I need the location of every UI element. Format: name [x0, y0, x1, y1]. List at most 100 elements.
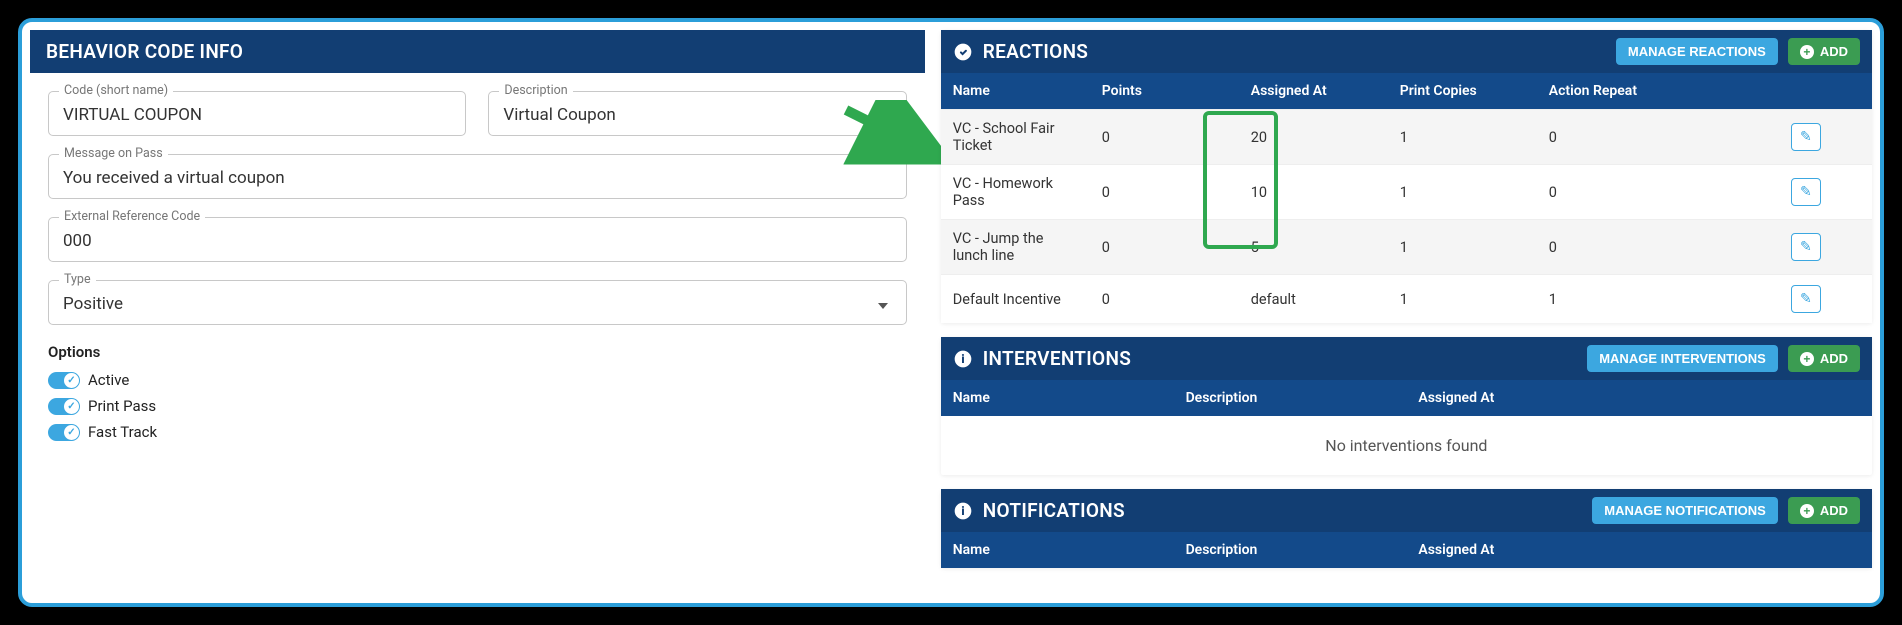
col-repeat: Action Repeat: [1537, 73, 1779, 110]
notifications-title: NOTIFICATIONS: [983, 499, 1583, 522]
notifications-header: i NOTIFICATIONS MANAGE NOTIFICATIONS + A…: [941, 489, 1872, 532]
cell-assigned: default: [1239, 275, 1388, 324]
code-label: Code (short name): [59, 83, 173, 98]
reactions-tbody: VC - School Fair Ticket 0 20 1 0 ✎ VC - …: [941, 110, 1872, 324]
edit-button[interactable]: ✎: [1791, 178, 1821, 206]
cell-repeat: 0: [1537, 165, 1779, 220]
manage-notifications-label: MANAGE NOTIFICATIONS: [1604, 503, 1766, 518]
option-fast-row: Fast Track: [48, 423, 907, 441]
behavior-panel-header: BEHAVIOR CODE INFO: [30, 30, 925, 73]
add-notification-label: ADD: [1820, 503, 1848, 518]
message-value: You received a virtual coupon: [63, 168, 892, 188]
pencil-icon: ✎: [1800, 291, 1812, 307]
interventions-title: INTERVENTIONS: [983, 347, 1577, 370]
type-select[interactable]: Type Positive: [48, 280, 907, 325]
options-heading: Options: [48, 343, 907, 361]
right-column: REACTIONS MANAGE REACTIONS + ADD Name Po…: [941, 30, 1872, 595]
code-value: VIRTUAL COUPON: [63, 105, 451, 125]
option-print-label: Print Pass: [88, 397, 156, 415]
svg-text:i: i: [961, 352, 964, 366]
cell-name: VC - Homework Pass: [941, 165, 1090, 220]
manage-reactions-button[interactable]: MANAGE REACTIONS: [1616, 38, 1778, 65]
edit-button[interactable]: ✎: [1791, 123, 1821, 151]
edit-button[interactable]: ✎: [1791, 285, 1821, 313]
behavior-panel: BEHAVIOR CODE INFO Code (short name) VIR…: [30, 30, 925, 595]
external-ref-label: External Reference Code: [59, 209, 205, 224]
option-active-row: Active: [48, 371, 907, 389]
col-desc: Description: [1174, 380, 1407, 416]
app-frame: BEHAVIOR CODE INFO Code (short name) VIR…: [18, 18, 1884, 607]
pencil-icon: ✎: [1800, 184, 1812, 200]
pencil-icon: ✎: [1800, 239, 1812, 255]
toggle-active[interactable]: [48, 372, 80, 389]
notifications-table: Name Description Assigned At: [941, 532, 1872, 568]
manage-notifications-button[interactable]: MANAGE NOTIFICATIONS: [1592, 497, 1778, 524]
description-label: Description: [499, 83, 572, 98]
reactions-header: REACTIONS MANAGE REACTIONS + ADD: [941, 30, 1872, 73]
toggle-print-pass[interactable]: [48, 398, 80, 415]
table-row: VC - School Fair Ticket 0 20 1 0 ✎: [941, 110, 1872, 165]
info-circle-icon: i: [953, 349, 973, 369]
message-label: Message on Pass: [59, 146, 168, 161]
type-value: Positive: [63, 294, 892, 314]
edit-button[interactable]: ✎: [1791, 233, 1821, 261]
external-ref-value: 000: [63, 231, 892, 251]
manage-interventions-button[interactable]: MANAGE INTERVENTIONS: [1587, 345, 1778, 372]
interventions-header: i INTERVENTIONS MANAGE INTERVENTIONS + A…: [941, 337, 1872, 380]
manage-interventions-label: MANAGE INTERVENTIONS: [1599, 351, 1766, 366]
plus-icon: +: [1800, 45, 1814, 59]
add-notification-button[interactable]: + ADD: [1788, 497, 1860, 524]
external-ref-field[interactable]: External Reference Code 000: [48, 217, 907, 262]
col-name: Name: [941, 380, 1174, 416]
col-assigned: Assigned At: [1239, 73, 1388, 110]
cell-name: VC - School Fair Ticket: [941, 110, 1090, 165]
cell-assigned: 20: [1239, 110, 1388, 165]
reactions-table: Name Points Assigned At Print Copies Act…: [941, 73, 1872, 323]
interventions-section: i INTERVENTIONS MANAGE INTERVENTIONS + A…: [941, 337, 1872, 475]
description-value: Virtual Coupon: [503, 105, 891, 125]
col-points: Points: [1090, 73, 1239, 110]
interventions-table: Name Description Assigned At: [941, 380, 1872, 416]
col-name: Name: [941, 532, 1174, 568]
cell-assigned: 10: [1239, 165, 1388, 220]
svg-text:i: i: [961, 504, 964, 518]
cell-repeat: 0: [1537, 110, 1779, 165]
cell-points: 0: [1090, 165, 1239, 220]
behavior-form: Code (short name) VIRTUAL COUPON Descrip…: [30, 73, 925, 455]
check-circle-icon: [953, 42, 973, 62]
add-intervention-button[interactable]: + ADD: [1788, 345, 1860, 372]
add-intervention-label: ADD: [1820, 351, 1848, 366]
col-assigned: Assigned At: [1406, 380, 1872, 416]
cell-points: 0: [1090, 110, 1239, 165]
table-row: VC - Homework Pass 0 10 1 0 ✎: [941, 165, 1872, 220]
cell-assigned: 5: [1239, 220, 1388, 275]
cell-copies: 1: [1388, 110, 1537, 165]
cell-name: Default Incentive: [941, 275, 1090, 324]
cell-copies: 1: [1388, 165, 1537, 220]
option-print-row: Print Pass: [48, 397, 907, 415]
type-label: Type: [59, 272, 96, 287]
plus-icon: +: [1800, 504, 1814, 518]
table-row: Default Incentive 0 default 1 1 ✎: [941, 275, 1872, 324]
cell-repeat: 1: [1537, 275, 1779, 324]
col-copies: Print Copies: [1388, 73, 1537, 110]
reactions-section: REACTIONS MANAGE REACTIONS + ADD Name Po…: [941, 30, 1872, 323]
message-field[interactable]: Message on Pass You received a virtual c…: [48, 154, 907, 199]
reactions-title: REACTIONS: [983, 40, 1606, 63]
manage-reactions-label: MANAGE REACTIONS: [1628, 44, 1766, 59]
description-field[interactable]: Description Virtual Coupon: [488, 91, 906, 136]
info-circle-icon: i: [953, 501, 973, 521]
cell-copies: 1: [1388, 275, 1537, 324]
cell-copies: 1: [1388, 220, 1537, 275]
col-assigned: Assigned At: [1406, 532, 1872, 568]
col-desc: Description: [1174, 532, 1407, 568]
add-reaction-label: ADD: [1820, 44, 1848, 59]
toggle-fast-track[interactable]: [48, 424, 80, 441]
notifications-section: i NOTIFICATIONS MANAGE NOTIFICATIONS + A…: [941, 489, 1872, 568]
add-reaction-button[interactable]: + ADD: [1788, 38, 1860, 65]
cell-repeat: 0: [1537, 220, 1779, 275]
option-active-label: Active: [88, 371, 129, 389]
cell-points: 0: [1090, 220, 1239, 275]
table-row: VC - Jump the lunch line 0 5 1 0 ✎: [941, 220, 1872, 275]
code-field[interactable]: Code (short name) VIRTUAL COUPON: [48, 91, 466, 136]
